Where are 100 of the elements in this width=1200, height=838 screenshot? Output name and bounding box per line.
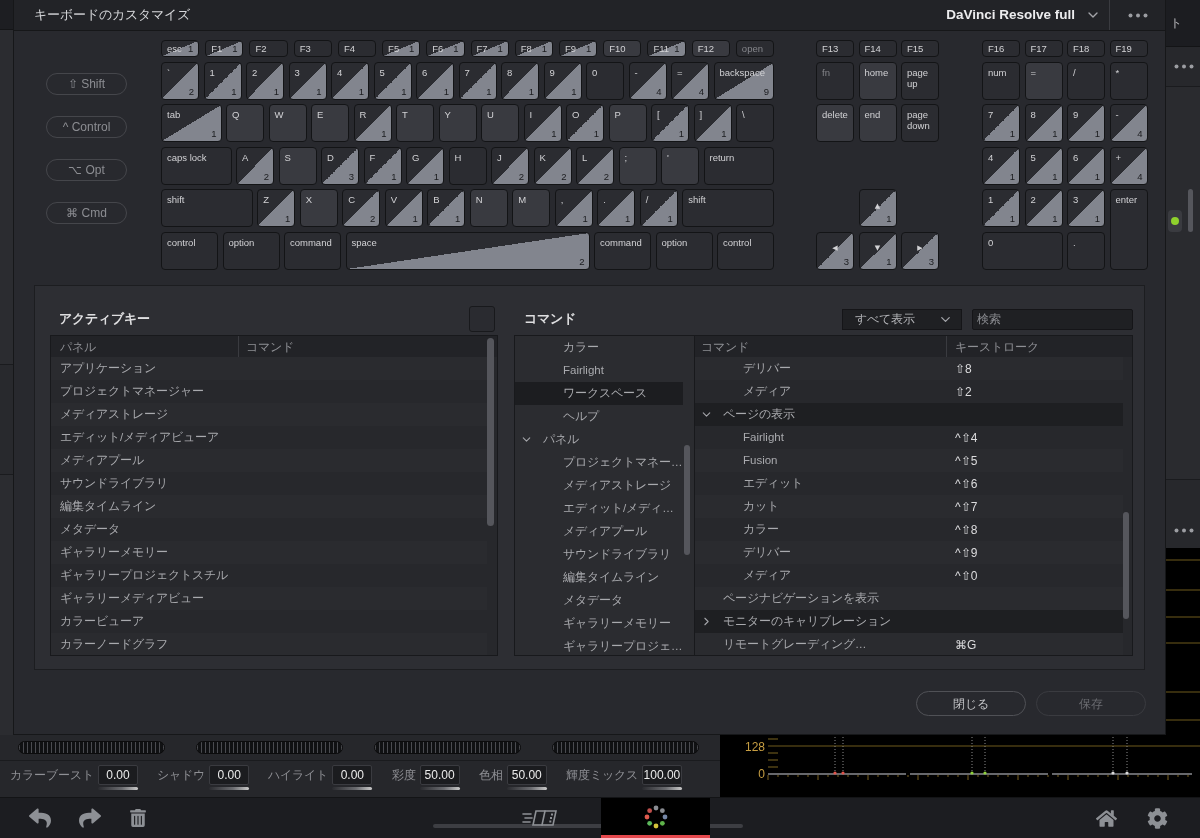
- keyboard-key[interactable]: 1 1: [203, 61, 242, 100]
- tree-item[interactable]: ギャラリープロジェ…: [515, 635, 683, 655]
- value-field[interactable]: 100.00: [641, 765, 682, 785]
- keyboard-key[interactable]: 2 1: [1024, 189, 1063, 227]
- keyboard-key[interactable]: open: [735, 40, 775, 57]
- tree-item[interactable]: ギャラリーメモリー: [515, 612, 683, 635]
- keyboard-key[interactable]: - 4: [1109, 104, 1148, 142]
- keyboard-key[interactable]: return: [703, 146, 774, 185]
- keyboard-key[interactable]: N: [469, 189, 508, 227]
- keyboard-key[interactable]: F4: [337, 40, 377, 57]
- keyboard-key[interactable]: \: [736, 104, 774, 142]
- tree-item[interactable]: カラー: [515, 336, 683, 359]
- keyboard-key[interactable]: . 1: [597, 189, 636, 227]
- tree-item[interactable]: Fairlight: [515, 359, 683, 382]
- keyboard-key[interactable]: 5 1: [373, 61, 412, 100]
- keyboard-key[interactable]: F12: [691, 40, 730, 57]
- keyboard-key[interactable]: F15: [901, 40, 939, 57]
- trash-icon[interactable]: [129, 809, 147, 827]
- keyboard-key[interactable]: + 4: [1109, 146, 1148, 185]
- keyboard-key[interactable]: 4 1: [331, 61, 369, 100]
- keyboard-key[interactable]: F2: [249, 40, 288, 57]
- keyboard-key[interactable]: home: [858, 61, 897, 100]
- value-field[interactable]: 0.00: [332, 765, 373, 785]
- keyboard-key[interactable]: F13: [816, 40, 854, 57]
- jog-slider-track[interactable]: [98, 787, 138, 790]
- keyboard-key[interactable]: .: [1067, 231, 1105, 270]
- preset-dropdown[interactable]: DaVinci Resolve full: [946, 4, 1101, 26]
- keyboard-key[interactable]: F 1: [363, 146, 402, 185]
- keyboard-key[interactable]: Q: [226, 104, 264, 142]
- keyboard-key[interactable]: Z 1: [257, 189, 296, 227]
- keyboard-key[interactable]: H: [448, 146, 487, 185]
- keyboard-key[interactable]: 1 1: [982, 189, 1020, 227]
- keyboard-key[interactable]: delete: [816, 104, 854, 142]
- keyboard-key[interactable]: option: [655, 231, 713, 270]
- keyboard-key[interactable]: shift: [682, 189, 774, 227]
- keyboard-key[interactable]: 6 1: [1067, 146, 1105, 185]
- more-icon[interactable]: [1174, 528, 1194, 533]
- keyboard-key[interactable]: F17: [1024, 40, 1063, 57]
- tree-item[interactable]: ヘルプ: [515, 405, 683, 428]
- keyboard-key[interactable]: D 3: [321, 146, 359, 185]
- keyboard-key[interactable]: 8 1: [501, 61, 539, 100]
- filter-dropdown[interactable]: すべて表示: [842, 308, 962, 330]
- keyboard-key[interactable]: F1 1: [205, 40, 244, 57]
- scrollbar-thumb[interactable]: [684, 445, 690, 555]
- scrollbar-thumb[interactable]: [487, 338, 494, 526]
- keyboard-key[interactable]: tab 1: [161, 104, 222, 142]
- keyboard-key[interactable]: F10: [603, 40, 642, 57]
- value-field[interactable]: 0.00: [209, 765, 250, 785]
- tree-item[interactable]: 編集タイムライン: [515, 566, 683, 589]
- keyboard-key[interactable]: F18: [1067, 40, 1105, 57]
- keyboard-key[interactable]: 8 1: [1024, 104, 1063, 142]
- keyboard-key[interactable]: =: [1024, 61, 1063, 100]
- keyboard-key[interactable]: F7 1: [470, 40, 509, 57]
- undo-icon[interactable]: [29, 807, 51, 829]
- keyboard-key[interactable]: B 1: [427, 189, 466, 227]
- keyboard-key[interactable]: ;: [618, 146, 657, 185]
- keyboard-key[interactable]: F6 1: [426, 40, 465, 57]
- keyboard-key[interactable]: page up: [901, 61, 939, 100]
- keyboard-key[interactable]: , 1: [554, 189, 593, 227]
- keyboard-key[interactable]: option: [222, 231, 280, 270]
- keyboard-key[interactable]: Y: [438, 104, 477, 142]
- indicator-toggle[interactable]: [1168, 210, 1182, 232]
- keyboard-key[interactable]: enter: [1109, 189, 1148, 270]
- tree-item[interactable]: メタデータ: [515, 589, 683, 612]
- keyboard-key[interactable]: F19: [1109, 40, 1148, 57]
- keyboard-key[interactable]: F11 1: [647, 40, 686, 57]
- keyboard-key[interactable]: C 2: [342, 189, 381, 227]
- value-field[interactable]: 50.00: [506, 765, 547, 785]
- keyboard-key[interactable]: F5 1: [382, 40, 421, 57]
- keyboard-key[interactable]: 9 1: [1067, 104, 1105, 142]
- command-row[interactable]: ページの表示: [695, 403, 1123, 426]
- keyboard-key[interactable]: A 2: [236, 146, 274, 185]
- keyboard-key[interactable]: G 1: [406, 146, 444, 185]
- keyboard-key[interactable]: command: [594, 231, 651, 270]
- more-icon[interactable]: [1127, 12, 1148, 18]
- keyboard-key[interactable]: R 1: [353, 104, 392, 142]
- keyboard-key[interactable]: F14: [858, 40, 897, 57]
- keyboard-key[interactable]: [ 1: [651, 104, 689, 142]
- keyboard-key[interactable]: ': [661, 146, 699, 185]
- keyboard-key[interactable]: T: [396, 104, 434, 142]
- keyboard-key[interactable]: J 2: [491, 146, 529, 185]
- value-field[interactable]: 50.00: [419, 765, 460, 785]
- keyboard-key[interactable]: S: [278, 146, 317, 185]
- keyboard-key[interactable]: F9 1: [558, 40, 598, 57]
- keyboard-key[interactable]: F3: [293, 40, 332, 57]
- keyboard-key[interactable]: = 4: [671, 61, 709, 100]
- keyboard-key[interactable]: W: [268, 104, 307, 142]
- tree-item[interactable]: パネル: [515, 428, 683, 451]
- keyboard-key[interactable]: 9 1: [543, 61, 582, 100]
- keyboard-key[interactable]: - 4: [628, 61, 667, 100]
- home-icon[interactable]: [1096, 807, 1117, 829]
- keyboard-key[interactable]: M: [512, 189, 551, 227]
- tree-item[interactable]: エディット/メディ…: [515, 497, 683, 520]
- scrollbar-thumb[interactable]: [1123, 512, 1129, 619]
- value-field[interactable]: 0.00: [98, 765, 138, 785]
- keyboard-key[interactable]: L 2: [576, 146, 614, 185]
- keyboard-key[interactable]: page down: [901, 104, 939, 142]
- keyboard-key[interactable]: V 1: [384, 189, 423, 227]
- column-header[interactable]: コマンド: [239, 337, 294, 356]
- tree-item[interactable]: ワークスペース: [515, 382, 683, 405]
